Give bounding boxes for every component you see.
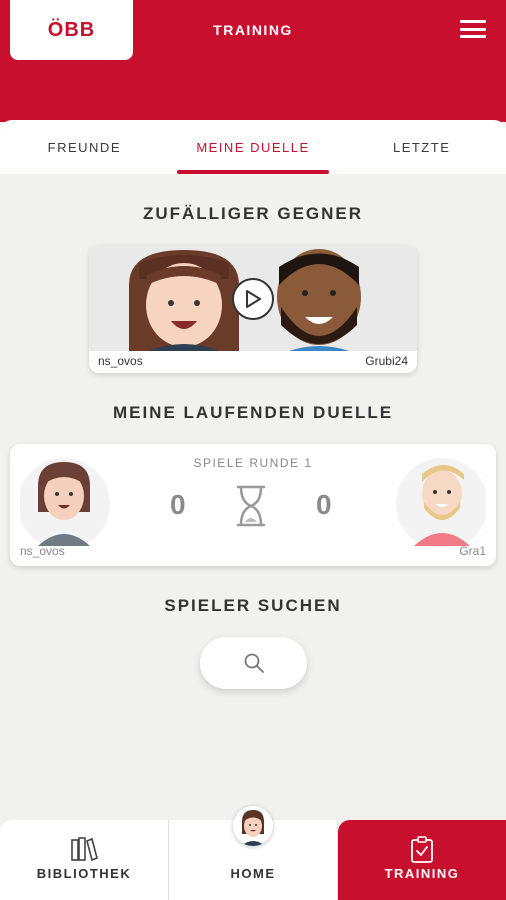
tab-meine-duelle[interactable]: MEINE DUELLE (169, 120, 338, 174)
bottom-nav: BIBLIOTHEK HOME TRAINING (0, 806, 506, 900)
opponent-left-name: ns_ovos (98, 354, 143, 368)
hamburger-menu-icon[interactable] (460, 20, 486, 38)
page-title: TRAINING (213, 22, 293, 38)
random-opponent-card[interactable]: ns_ovos Grubi24 (89, 245, 417, 373)
nav-home[interactable]: HOME (169, 806, 338, 900)
nav-label: BIBLIOTHEK (36, 866, 132, 881)
search-players-heading: SPIELER SUCHEN (164, 596, 342, 615)
search-icon (244, 653, 264, 673)
score-left: 0 (170, 489, 186, 520)
tab-bar: FREUNDE MEINE DUELLE LETZTE (0, 120, 506, 174)
running-duels-heading: MEINE LAUFENDEN DUELLE (112, 403, 394, 422)
avatar (394, 452, 488, 550)
clipboard-check-icon (410, 836, 434, 869)
hourglass-icon (234, 484, 268, 533)
duel-player-left-name: ns_ovos (20, 544, 65, 558)
play-icon[interactable] (232, 278, 274, 320)
duel-card[interactable]: SPIELE RUNDE 1 0 0 ns_ovos Gra1 (10, 444, 496, 566)
tab-letzte[interactable]: LETZTE (337, 120, 506, 174)
nav-label: HOME (230, 866, 276, 881)
search-button[interactable] (200, 637, 307, 689)
tab-freunde[interactable]: FREUNDE (0, 120, 169, 174)
nav-training[interactable]: TRAINING (338, 820, 506, 900)
score-right: 0 (316, 489, 332, 520)
nav-bibliothek[interactable]: BIBLIOTHEK (0, 820, 169, 900)
app-header: ÖBB TRAINING (0, 0, 506, 122)
random-opponent-heading: ZUFÄLLIGER GEGNER (142, 204, 364, 223)
duel-player-right-name: Gra1 (459, 544, 486, 558)
avatar (233, 806, 273, 846)
books-icon (70, 836, 98, 867)
opponent-right-name: Grubi24 (365, 354, 408, 368)
